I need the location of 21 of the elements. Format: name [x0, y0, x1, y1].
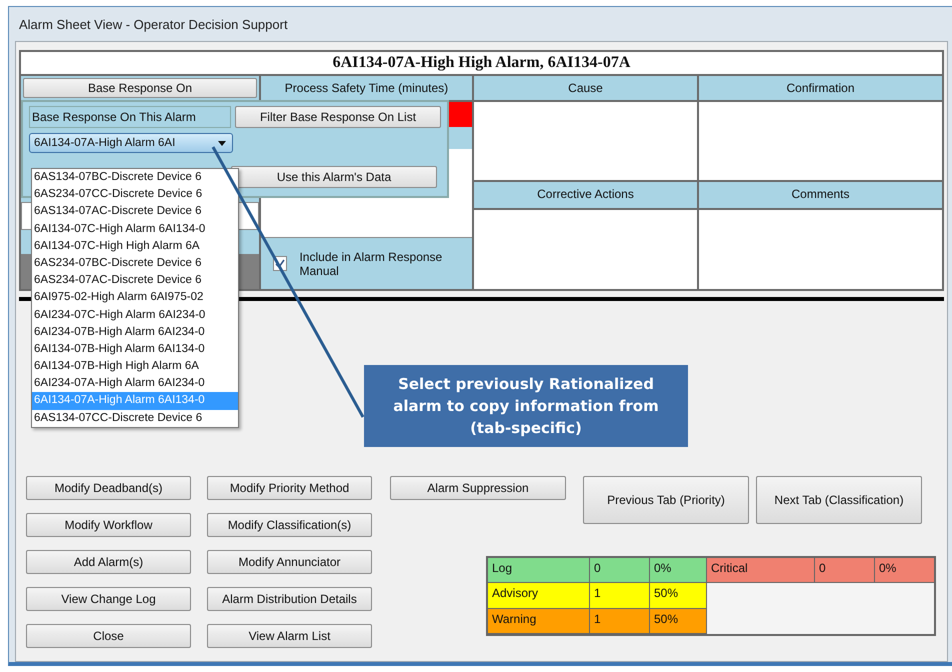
table-cell: 0 — [815, 558, 875, 584]
table-cell: Warning — [488, 608, 590, 634]
column-header: Cause — [474, 76, 697, 100]
table-cell: 0 — [590, 558, 650, 584]
column-header: Comments — [699, 182, 942, 208]
window-title: Alarm Sheet View - Operator Decision Support — [19, 16, 288, 32]
column-header: Process Safety Time (minutes) — [261, 76, 472, 100]
table-cell: Log — [488, 558, 590, 584]
panel-label: Base Response On This Alarm — [29, 106, 231, 128]
table-cell: 1 — [590, 583, 650, 609]
table-cell: 50% — [650, 608, 707, 634]
column-header: Confirmation — [699, 76, 942, 100]
table-cell: 0% — [650, 558, 707, 584]
column-header: Corrective Actions — [474, 182, 697, 208]
table-cell: Critical — [707, 558, 815, 584]
table-cell: 50% — [650, 583, 707, 609]
checkbox-label: Include in Alarm Response Manual — [299, 250, 444, 278]
table-cell: Advisory — [488, 583, 590, 609]
table-cell: 0% — [875, 558, 934, 584]
table-cell: 1 — [590, 608, 650, 634]
callout-note: Select previously Rationalized alarm to copy information from (tab-specific) — [364, 365, 688, 447]
